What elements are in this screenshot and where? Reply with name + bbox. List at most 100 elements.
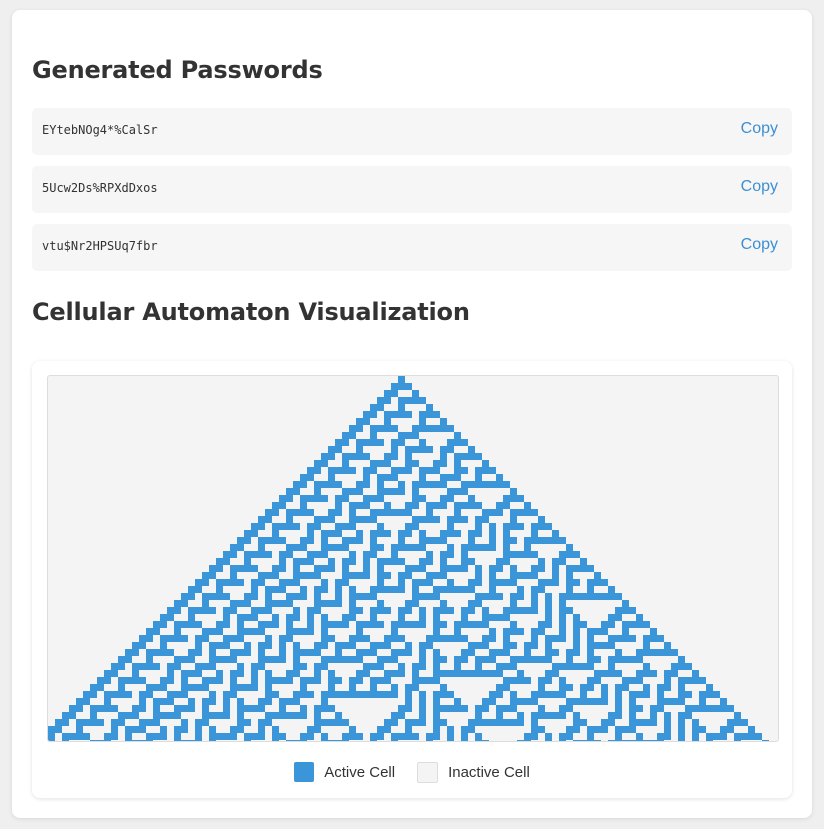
active-cell xyxy=(398,404,405,411)
active-cell xyxy=(482,614,489,621)
active-cell xyxy=(545,691,552,698)
active-cell xyxy=(370,551,377,558)
active-cell xyxy=(160,614,167,621)
active-cell xyxy=(496,684,503,691)
active-cell xyxy=(573,593,580,600)
active-cell xyxy=(328,740,335,741)
active-cell xyxy=(293,565,300,572)
active-cell xyxy=(552,579,559,586)
active-cell xyxy=(615,733,622,740)
active-cell xyxy=(531,726,538,733)
active-cell xyxy=(608,642,615,649)
active-cell xyxy=(286,593,293,600)
active-cell xyxy=(328,530,335,537)
active-cell xyxy=(237,600,244,607)
active-cell xyxy=(419,411,426,418)
active-cell xyxy=(174,691,181,698)
active-cell xyxy=(405,705,412,712)
active-cell xyxy=(580,558,587,565)
active-cell xyxy=(398,614,405,621)
active-cell xyxy=(475,593,482,600)
active-cell xyxy=(293,544,300,551)
active-cell xyxy=(559,614,566,621)
active-cell xyxy=(363,663,370,670)
active-cell xyxy=(69,733,76,740)
active-cell xyxy=(314,719,321,726)
active-cell xyxy=(286,509,293,516)
active-cell xyxy=(552,635,559,642)
active-cell xyxy=(391,733,398,740)
active-cell xyxy=(321,628,328,635)
active-cell xyxy=(237,649,244,656)
active-cell xyxy=(447,425,454,432)
active-cell xyxy=(195,635,202,642)
active-cell xyxy=(286,614,293,621)
active-cell xyxy=(559,537,566,544)
active-cell xyxy=(545,740,552,741)
active-cell xyxy=(391,551,398,558)
active-cell xyxy=(440,418,447,425)
active-cell xyxy=(496,565,503,572)
active-cell xyxy=(258,544,265,551)
active-cell xyxy=(342,439,349,446)
active-cell xyxy=(377,488,384,495)
active-cell xyxy=(699,705,706,712)
copy-button[interactable]: Copy xyxy=(741,178,778,196)
copy-button[interactable]: Copy xyxy=(741,120,778,138)
active-cell xyxy=(545,614,552,621)
active-cell xyxy=(328,474,335,481)
active-cell xyxy=(608,719,615,726)
active-cell xyxy=(342,719,349,726)
active-cell xyxy=(510,565,517,572)
active-cell xyxy=(629,712,636,719)
active-cell xyxy=(384,691,391,698)
active-cell xyxy=(279,733,286,740)
active-cell xyxy=(377,579,384,586)
active-cell xyxy=(573,621,580,628)
active-cell xyxy=(587,684,594,691)
active-cell xyxy=(419,397,426,404)
active-cell xyxy=(223,614,230,621)
active-cell xyxy=(349,684,356,691)
active-cell xyxy=(419,677,426,684)
active-cell xyxy=(251,565,258,572)
active-cell xyxy=(356,677,363,684)
active-cell xyxy=(251,677,258,684)
active-cell xyxy=(587,593,594,600)
active-cell xyxy=(545,600,552,607)
active-cell xyxy=(671,670,678,677)
active-cell xyxy=(510,663,517,670)
active-cell xyxy=(251,607,258,614)
active-cell xyxy=(405,453,412,460)
active-cell xyxy=(328,544,335,551)
active-cell xyxy=(426,516,433,523)
active-cell xyxy=(363,565,370,572)
active-cell xyxy=(349,453,356,460)
active-cell xyxy=(622,726,629,733)
active-cell xyxy=(566,607,573,614)
active-cell xyxy=(580,565,587,572)
active-cell xyxy=(405,572,412,579)
active-cell xyxy=(419,712,426,719)
active-cell xyxy=(377,425,384,432)
active-cell xyxy=(566,733,573,740)
active-cell xyxy=(237,537,244,544)
active-cell xyxy=(265,670,272,677)
active-cell xyxy=(391,425,398,432)
active-cell xyxy=(699,698,706,705)
active-cell xyxy=(363,453,370,460)
active-cell xyxy=(307,509,314,516)
active-cell xyxy=(279,600,286,607)
active-cell xyxy=(482,656,489,663)
active-cell xyxy=(307,558,314,565)
active-cell xyxy=(629,705,636,712)
active-cell xyxy=(167,677,174,684)
active-cell xyxy=(279,642,286,649)
active-cell xyxy=(132,740,139,741)
active-cell xyxy=(223,698,230,705)
active-cell xyxy=(622,628,629,635)
active-cell xyxy=(188,621,195,628)
active-cell xyxy=(188,593,195,600)
active-cell xyxy=(216,579,223,586)
copy-button[interactable]: Copy xyxy=(741,236,778,254)
